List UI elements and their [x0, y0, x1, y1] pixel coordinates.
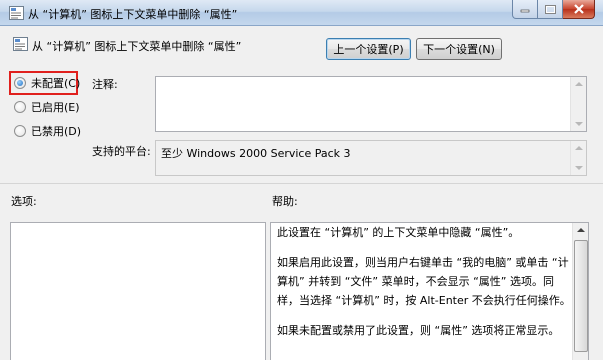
help-scrollbar[interactable] [572, 223, 588, 360]
scroll-thumb[interactable] [574, 240, 588, 352]
next-setting-button[interactable]: 下一个设置(N) [416, 38, 502, 60]
previous-setting-button[interactable]: 上一个设置(P) [326, 38, 411, 60]
window-title: 从 “计算机” 图标上下文菜单中删除 “属性” [28, 8, 238, 21]
help-label: 帮助: [272, 195, 298, 208]
comment-label: 注释: [92, 78, 118, 91]
scroll-down-icon[interactable] [575, 122, 583, 126]
close-icon [573, 4, 584, 14]
policy-icon [13, 37, 28, 51]
help-text: 此设置在 “计算机” 的上下文菜单中隐藏 “属性”。 如果启用此设置，则当用户右… [277, 223, 571, 351]
comment-textarea[interactable] [155, 76, 587, 132]
radio-label: 已禁用(D) [31, 125, 82, 138]
platform-field: 至少 Windows 2000 Service Pack 3 [155, 140, 587, 176]
help-paragraph: 此设置在 “计算机” 的上下文菜单中隐藏 “属性”。 [277, 226, 520, 239]
title-bar[interactable]: 从 “计算机” 图标上下文菜单中删除 “属性” [0, 0, 603, 26]
platform-label: 支持的平台: [92, 145, 151, 158]
close-button[interactable] [563, 0, 595, 19]
minimize-icon [520, 9, 530, 13]
radio-disabled[interactable]: 已禁用(D) [14, 123, 81, 139]
minimize-button[interactable] [512, 0, 538, 19]
scroll-down-icon[interactable] [575, 166, 583, 170]
help-pane: 此设置在 “计算机” 的上下文菜单中隐藏 “属性”。 如果启用此设置，则当用户右… [270, 222, 589, 360]
radio-label: 未配置(C) [31, 77, 81, 90]
radio-unselected-icon [14, 101, 26, 113]
radio-selected-icon [14, 77, 26, 89]
radio-unselected-icon [14, 125, 26, 137]
section-divider [0, 183, 603, 184]
policy-icon [9, 6, 24, 20]
radio-enabled[interactable]: 已启用(E) [14, 99, 80, 115]
platform-scrollbar[interactable] [570, 141, 586, 175]
maximize-button[interactable] [538, 0, 563, 19]
policy-name: 从 “计算机” 图标上下文菜单中删除 “属性” [32, 40, 242, 53]
scroll-up-icon[interactable] [575, 82, 583, 86]
options-pane [10, 222, 266, 360]
help-paragraph: 如果未配置或禁用了此设置，则 “属性” 选项将正常显示。 [277, 324, 560, 337]
comment-scrollbar[interactable] [570, 77, 586, 131]
radio-label: 已启用(E) [31, 101, 80, 114]
options-label: 选项: [11, 195, 37, 208]
scroll-up-icon[interactable] [575, 146, 583, 150]
scroll-up-icon[interactable] [577, 228, 585, 232]
radio-not-configured[interactable]: 未配置(C) [14, 75, 80, 91]
platform-value: 至少 Windows 2000 Service Pack 3 [161, 147, 351, 160]
help-paragraph: 如果启用此设置，则当用户右键单击 “我的电脑” 或单击 “计算机” 并转到 “文… [277, 256, 571, 307]
maximize-icon [544, 4, 556, 14]
